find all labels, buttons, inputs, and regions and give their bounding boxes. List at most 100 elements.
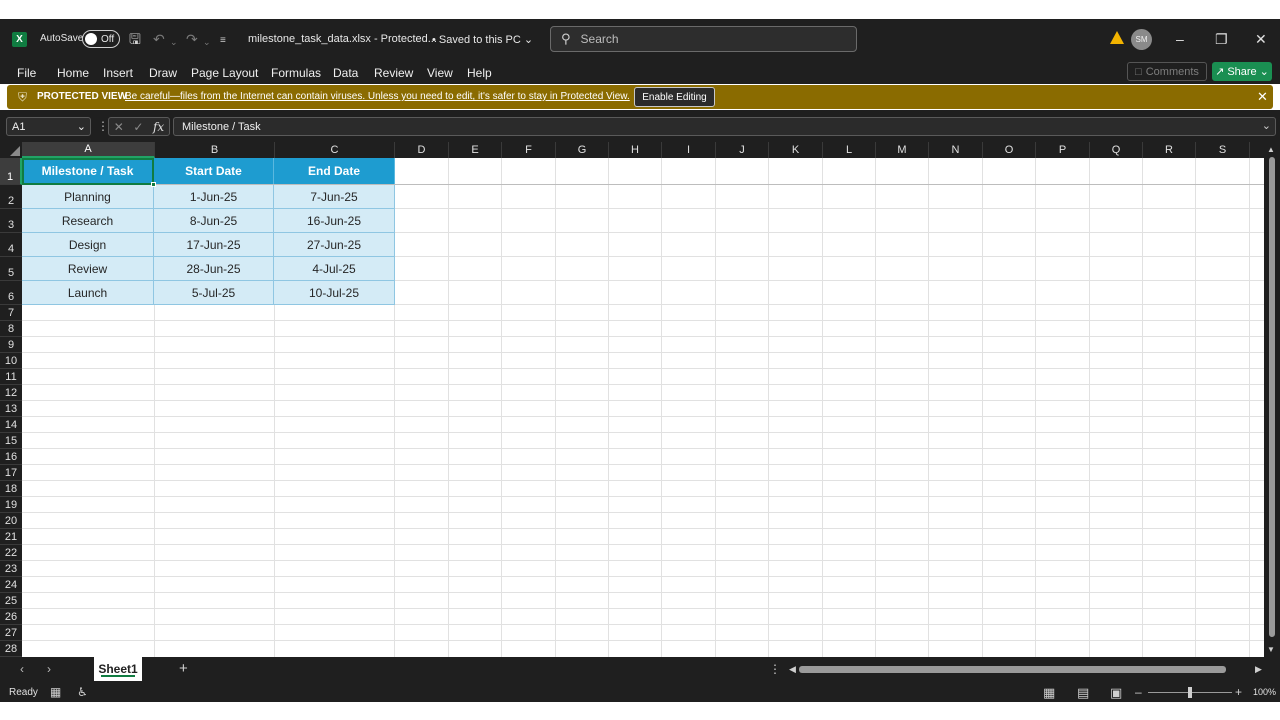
row-header-6[interactable]: 6 — [0, 281, 22, 305]
table-cell[interactable]: 8-Jun-25 — [154, 209, 274, 233]
row-header-16[interactable]: 16 — [0, 449, 22, 465]
table-cell[interactable]: 17-Jun-25 — [154, 233, 274, 257]
column-header-d[interactable]: D — [395, 142, 449, 158]
row-header-13[interactable]: 13 — [0, 401, 22, 417]
zoom-slider-handle[interactable] — [1188, 687, 1192, 698]
column-header-h[interactable]: H — [609, 142, 662, 158]
tab-help[interactable]: Help — [467, 66, 492, 80]
restore-icon[interactable]: ❐ — [1215, 31, 1228, 47]
tab-view[interactable]: View — [427, 66, 453, 80]
row-header-20[interactable]: 20 — [0, 513, 22, 529]
select-all-button[interactable] — [0, 142, 22, 158]
customize-toolbar-icon[interactable]: ≡ — [220, 33, 226, 49]
column-header-g[interactable]: G — [556, 142, 609, 158]
search-box[interactable]: ⚲ — [550, 26, 857, 52]
comments-button[interactable]: □ Comments — [1127, 62, 1207, 81]
scroll-down-icon[interactable]: ▼ — [1267, 645, 1275, 654]
row-header-24[interactable]: 24 — [0, 577, 22, 593]
column-header-s[interactable]: S — [1196, 142, 1250, 158]
undo-dropdown-icon[interactable]: ⌄ — [170, 34, 178, 50]
row-header-21[interactable]: 21 — [0, 529, 22, 545]
horizontal-scroll-thumb[interactable] — [799, 666, 1226, 673]
tab-draw[interactable]: Draw — [149, 66, 177, 80]
search-input[interactable] — [580, 32, 831, 46]
sheet-tab-sheet1[interactable]: Sheet1 — [94, 657, 142, 681]
row-header-28[interactable]: 28 — [0, 641, 22, 657]
row-header-19[interactable]: 19 — [0, 497, 22, 513]
page-layout-view-icon[interactable]: ▤ — [1077, 685, 1089, 701]
autosave-toggle[interactable]: Off — [82, 30, 120, 48]
tab-file[interactable]: File — [17, 66, 36, 80]
row-header-12[interactable]: 12 — [0, 385, 22, 401]
tab-review[interactable]: Review — [374, 66, 413, 80]
row-header-22[interactable]: 22 — [0, 545, 22, 561]
tab-home[interactable]: Home — [57, 66, 89, 80]
column-header-j[interactable]: J — [716, 142, 769, 158]
save-icon[interactable]: 🖫 — [129, 31, 141, 47]
warning-icon[interactable] — [1110, 31, 1124, 44]
close-icon[interactable]: ✕ — [1255, 31, 1267, 47]
enable-editing-button[interactable]: Enable Editing — [634, 87, 715, 107]
redo-icon[interactable]: ↷ — [186, 31, 198, 47]
table-cell[interactable]: 10-Jul-25 — [274, 281, 395, 305]
zoom-level[interactable]: 100% — [1253, 687, 1276, 697]
table-cell[interactable]: Research — [22, 209, 154, 233]
tab-split-handle-icon[interactable]: ⋮ — [769, 662, 781, 676]
row-header-26[interactable]: 26 — [0, 609, 22, 625]
table-cell[interactable]: 28-Jun-25 — [154, 257, 274, 281]
row-header-14[interactable]: 14 — [0, 417, 22, 433]
protected-view-message[interactable]: Be careful—files from the Internet can c… — [125, 91, 630, 102]
formula-input[interactable]: Milestone / Task ⌄ — [173, 117, 1276, 136]
close-icon[interactable]: ✕ — [1257, 89, 1268, 105]
column-header-i[interactable]: I — [662, 142, 716, 158]
row-header-3[interactable]: 3 — [0, 209, 22, 233]
row-header-27[interactable]: 27 — [0, 625, 22, 641]
table-cell[interactable]: 5-Jul-25 — [154, 281, 274, 305]
column-header-b[interactable]: B — [155, 142, 275, 158]
horizontal-scrollbar[interactable]: ◀ ▶ — [789, 664, 1264, 675]
share-button[interactable]: ↗ Share ⌄ — [1212, 62, 1272, 81]
zoom-out-icon[interactable]: – — [1135, 685, 1142, 699]
column-header-p[interactable]: P — [1036, 142, 1090, 158]
add-sheet-icon[interactable]: + — [179, 660, 188, 677]
table-cell[interactable]: Review — [22, 257, 154, 281]
column-header-c[interactable]: C — [275, 142, 395, 158]
row-header-7[interactable]: 7 — [0, 305, 22, 321]
row-header-18[interactable]: 18 — [0, 481, 22, 497]
header-cell-start-date[interactable]: Start Date — [154, 158, 274, 184]
scroll-right-icon[interactable]: ▶ — [1255, 664, 1262, 675]
table-cell[interactable]: 1-Jun-25 — [154, 185, 274, 209]
row-header-10[interactable]: 10 — [0, 353, 22, 369]
page-break-view-icon[interactable]: ▣ — [1110, 685, 1122, 701]
table-cell[interactable]: Planning — [22, 185, 154, 209]
cancel-icon[interactable]: ✕ — [114, 120, 124, 134]
cell-mode-icon[interactable]: ▦ — [50, 685, 61, 699]
table-cell[interactable]: 4-Jul-25 — [274, 257, 395, 281]
scroll-left-icon[interactable]: ◀ — [789, 664, 796, 675]
row-header-23[interactable]: 23 — [0, 561, 22, 577]
worksheet-grid[interactable]: Milestone / Task Start Date End Date Pla… — [22, 158, 1264, 657]
column-header-o[interactable]: O — [983, 142, 1036, 158]
column-header-f[interactable]: F — [502, 142, 556, 158]
table-cell[interactable]: 7-Jun-25 — [274, 185, 395, 209]
insert-function-icon[interactable]: fx — [153, 120, 164, 134]
check-icon[interactable]: ✓ — [133, 120, 143, 134]
expand-formula-icon[interactable]: ⌄ — [1262, 119, 1271, 132]
row-header-9[interactable]: 9 — [0, 337, 22, 353]
header-cell-end-date[interactable]: End Date — [274, 158, 395, 184]
accessibility-icon[interactable]: ♿ — [77, 685, 88, 699]
row-header-15[interactable]: 15 — [0, 433, 22, 449]
column-header-k[interactable]: K — [769, 142, 823, 158]
next-sheet-icon[interactable]: › — [47, 662, 51, 676]
column-header-r[interactable]: R — [1143, 142, 1196, 158]
undo-icon[interactable]: ↶ — [153, 31, 165, 47]
avatar[interactable]: SM — [1131, 29, 1152, 50]
row-header-17[interactable]: 17 — [0, 465, 22, 481]
saved-status[interactable]: • Saved to this PC ⌄ — [432, 33, 533, 46]
prev-sheet-icon[interactable]: ‹ — [20, 662, 24, 676]
minimize-icon[interactable]: – — [1176, 31, 1184, 47]
zoom-in-icon[interactable]: + — [1235, 685, 1242, 699]
row-header-5[interactable]: 5 — [0, 257, 22, 281]
tab-data[interactable]: Data — [333, 66, 358, 80]
tab-insert[interactable]: Insert — [103, 66, 133, 80]
